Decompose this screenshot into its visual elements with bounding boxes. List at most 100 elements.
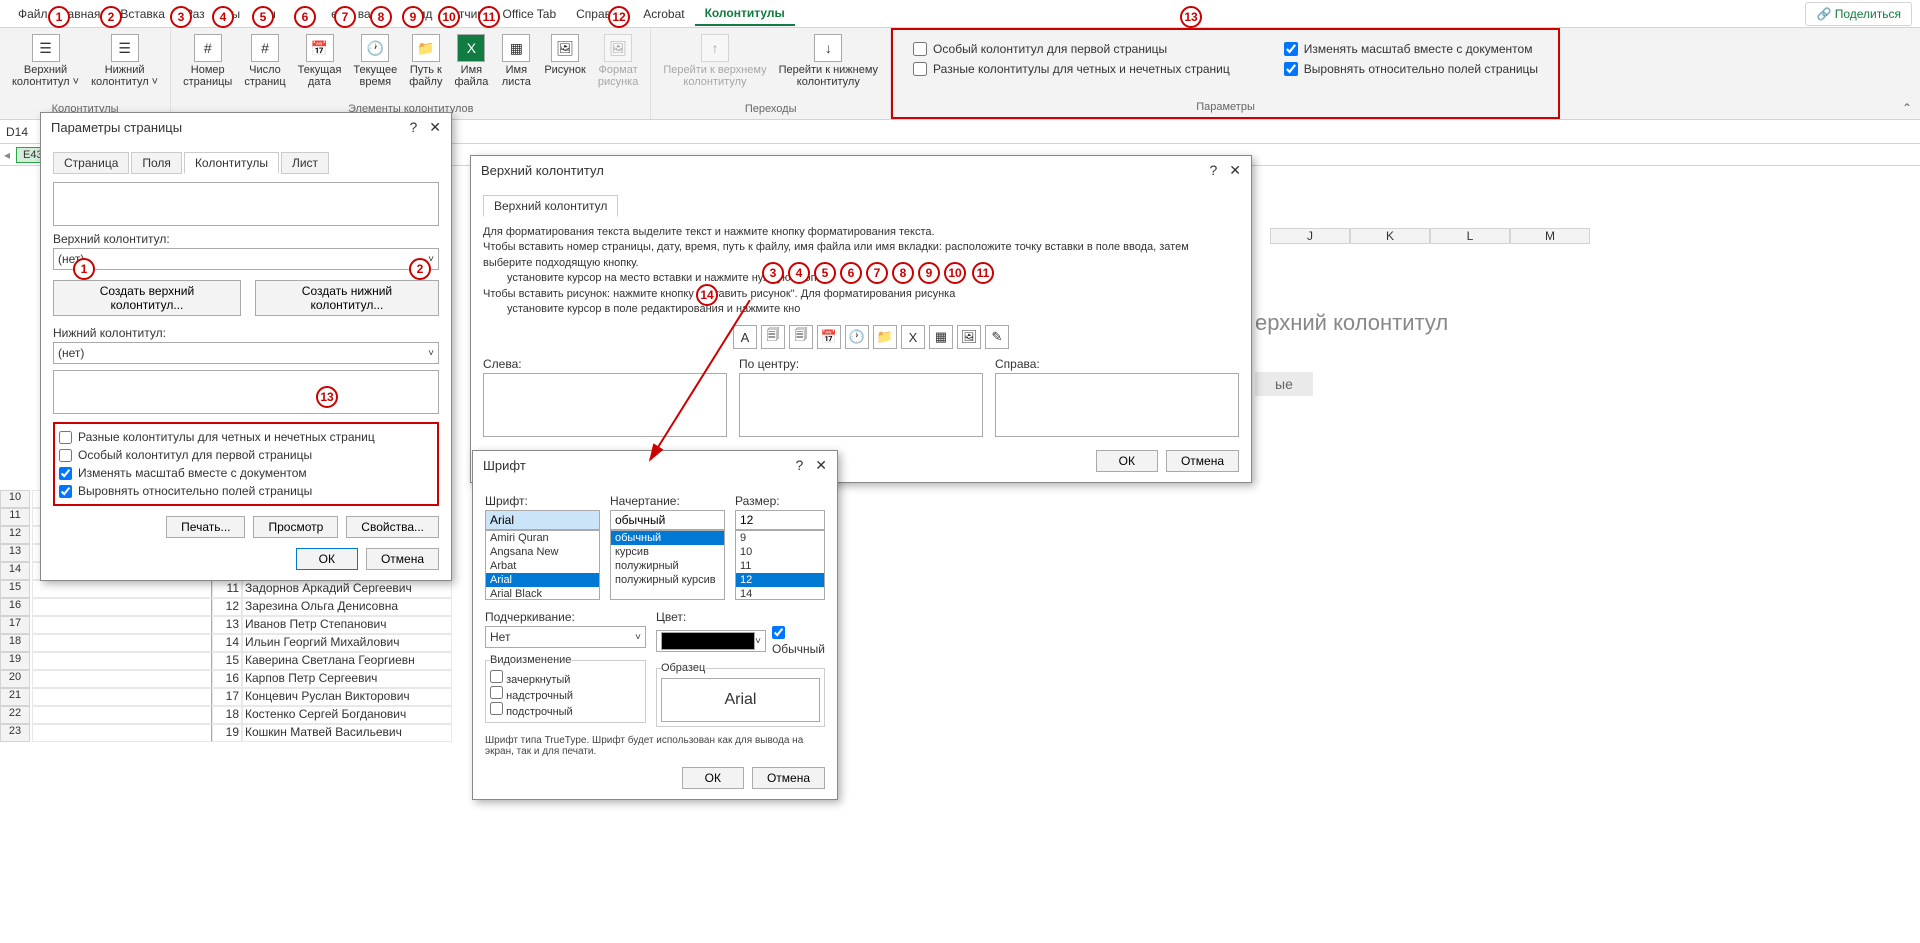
close-icon[interactable]: ✕ bbox=[429, 119, 441, 136]
left-label: Слева: bbox=[483, 357, 727, 371]
back-icon[interactable]: ◂ bbox=[4, 148, 10, 162]
footer-label: Нижний колонтитул: bbox=[53, 326, 439, 340]
badge-hd-14: 14 bbox=[696, 284, 718, 306]
close-icon[interactable]: ✕ bbox=[815, 457, 827, 474]
badge-hd-3: 3 bbox=[762, 262, 784, 284]
tab-headerfooter[interactable]: Колонтитулы bbox=[184, 152, 279, 174]
chk-strikethrough[interactable]: зачеркнутый bbox=[490, 670, 641, 686]
font-button[interactable]: A bbox=[733, 325, 757, 349]
ribbon-chk-firstpage[interactable]: Особый колонтитул для первой страницы bbox=[913, 42, 1230, 56]
header-placeholder[interactable]: ерхний колонтитул bbox=[1255, 310, 1448, 336]
badge-1: 1 bbox=[48, 6, 70, 28]
ribbon-footer-btn[interactable]: ☰Нижний колонтитул ˅ bbox=[87, 32, 162, 90]
dialog-page-title: Параметры страницы bbox=[51, 120, 182, 135]
help-icon[interactable]: ? bbox=[1209, 162, 1217, 179]
badge-ps-1: 1 bbox=[73, 258, 95, 280]
badge-hd-6: 6 bbox=[840, 262, 862, 284]
ribbon-sheetname-btn[interactable]: ▦Имя листа bbox=[496, 32, 536, 90]
print-button[interactable]: Печать... bbox=[166, 516, 245, 538]
cancel-button[interactable]: Отмена bbox=[366, 548, 439, 570]
right-section-input[interactable] bbox=[995, 373, 1239, 437]
ok-button[interactable]: ОК bbox=[1096, 450, 1158, 472]
badge-hd-10: 10 bbox=[944, 262, 966, 284]
font-size-input[interactable] bbox=[735, 510, 825, 530]
help-icon[interactable]: ? bbox=[409, 119, 417, 136]
style-list[interactable]: обычныйкурсивполужирныйполужирный курсив bbox=[610, 530, 725, 600]
ribbon-gotofooter-btn[interactable]: ↓Перейти к нижнему колонтитулу bbox=[775, 32, 882, 90]
insert-picture-button[interactable]: 🖼 bbox=[957, 325, 981, 349]
tab-margins[interactable]: Поля bbox=[131, 152, 182, 174]
chk-superscript[interactable]: надстрочный bbox=[490, 686, 641, 702]
size-list[interactable]: 91011121416 bbox=[735, 530, 825, 600]
left-section-input[interactable] bbox=[483, 373, 727, 437]
underline-combo[interactable]: Нет˅ bbox=[485, 626, 646, 648]
badge-3: 3 bbox=[170, 6, 192, 28]
center-label: По центру: bbox=[739, 357, 983, 371]
help-icon[interactable]: ? bbox=[795, 457, 803, 474]
chk-subscript[interactable]: подстрочный bbox=[490, 702, 641, 718]
ribbon-pagecount-btn[interactable]: #Число страниц bbox=[240, 32, 289, 90]
badge-hd-9: 9 bbox=[918, 262, 940, 284]
ribbon-filename-btn[interactable]: XИмя файла bbox=[450, 32, 492, 90]
filename-button[interactable]: X bbox=[901, 325, 925, 349]
tab-header[interactable]: Верхний колонтитул bbox=[483, 195, 618, 217]
col-headers-right: J K L M bbox=[1270, 228, 1590, 244]
font-style-input[interactable] bbox=[610, 510, 725, 530]
badge-7: 7 bbox=[334, 6, 356, 28]
close-icon[interactable]: ✕ bbox=[1229, 162, 1241, 179]
badge-hd-4: 4 bbox=[788, 262, 810, 284]
ribbon-gotoheader-btn: ↑Перейти к верхнему колонтитулу bbox=[659, 32, 770, 90]
ribbon-date-btn[interactable]: 📅Текущая дата bbox=[294, 32, 346, 90]
chk-diff-oddeven[interactable]: Разные колонтитулы для четных и нечетных… bbox=[59, 428, 433, 446]
ok-button[interactable]: ОК bbox=[682, 767, 744, 789]
ribbon-chk-align[interactable]: Выровнять относительно полей страницы bbox=[1284, 62, 1538, 76]
ribbon-path-btn[interactable]: 📁Путь к файлу bbox=[405, 32, 446, 90]
badge-hd-11: 11 bbox=[972, 262, 994, 284]
properties-button[interactable]: Свойства... bbox=[346, 516, 439, 538]
preview-button[interactable]: Просмотр bbox=[253, 516, 338, 538]
create-header-button[interactable]: Создать верхний колонтитул... bbox=[53, 280, 241, 316]
time-button[interactable]: 🕐 bbox=[845, 325, 869, 349]
cancel-button[interactable]: Отмена bbox=[752, 767, 825, 789]
menu-officetab[interactable]: Office Tab bbox=[493, 3, 567, 25]
chk-normal[interactable]: Обычный bbox=[772, 626, 825, 656]
tab-page[interactable]: Страница bbox=[53, 152, 129, 174]
chk-diff-first[interactable]: Особый колонтитул для первой страницы bbox=[59, 446, 433, 464]
ribbon-chk-oddeven[interactable]: Разные колонтитулы для четных и нечетных… bbox=[913, 62, 1230, 76]
ok-button[interactable]: ОК bbox=[296, 548, 358, 570]
ribbon-header-btn[interactable]: ☰Верхний колонтитул ˅ bbox=[8, 32, 83, 90]
tab-sheet[interactable]: Лист bbox=[281, 152, 329, 174]
chk-scale[interactable]: Изменять масштаб вместе с документом bbox=[59, 464, 433, 482]
ribbon-chk-scale[interactable]: Изменять масштаб вместе с документом bbox=[1284, 42, 1538, 56]
ribbon-group4-label: Параметры bbox=[901, 99, 1550, 113]
header-label: Верхний колонтитул: bbox=[53, 232, 439, 246]
ribbon-collapse-icon[interactable]: ⌃ bbox=[1902, 101, 1912, 115]
header-combo[interactable]: (нет)˅ bbox=[53, 248, 439, 270]
chk-align[interactable]: Выровнять относительно полей страницы bbox=[59, 482, 433, 500]
share-button[interactable]: 🔗 Поделиться bbox=[1805, 2, 1912, 26]
effects-legend: Видоизменение bbox=[490, 654, 571, 666]
create-footer-button[interactable]: Создать нижний колонтитул... bbox=[255, 280, 439, 316]
date-button[interactable]: 📅 bbox=[817, 325, 841, 349]
ribbon-picture-btn[interactable]: 🖼Рисунок bbox=[540, 32, 590, 78]
font-list[interactable]: Amiri QuranAngsana NewArbatArialArial Bl… bbox=[485, 530, 600, 600]
center-section-input[interactable] bbox=[739, 373, 983, 437]
color-combo[interactable]: ˅ bbox=[656, 630, 766, 652]
menubar: Файл авная Вставка Раз цы лы ые е вание … bbox=[0, 0, 1920, 28]
badge-ps-2: 2 bbox=[409, 258, 431, 280]
ribbon-group3-label: Переходы bbox=[659, 101, 882, 115]
footer-combo[interactable]: (нет)˅ bbox=[53, 342, 439, 364]
ribbon-pagenum-btn[interactable]: #Номер страницы bbox=[179, 32, 236, 90]
ribbon-time-btn[interactable]: 🕐Текущее время bbox=[349, 32, 401, 90]
menu-acrobat[interactable]: Acrobat bbox=[633, 3, 694, 25]
pagenum-button[interactable]: 🗐 bbox=[761, 325, 785, 349]
badge-11: 11 bbox=[478, 6, 500, 28]
path-button[interactable]: 📁 bbox=[873, 325, 897, 349]
pagecount-button[interactable]: 🗐 bbox=[789, 325, 813, 349]
badge-ps-13: 13 bbox=[316, 386, 338, 408]
font-name-input[interactable] bbox=[485, 510, 600, 530]
sheetname-button[interactable]: ▦ bbox=[929, 325, 953, 349]
cancel-button[interactable]: Отмена bbox=[1166, 450, 1239, 472]
menu-headerfooter[interactable]: Колонтитулы bbox=[695, 2, 795, 26]
format-picture-button[interactable]: ✎ bbox=[985, 325, 1009, 349]
